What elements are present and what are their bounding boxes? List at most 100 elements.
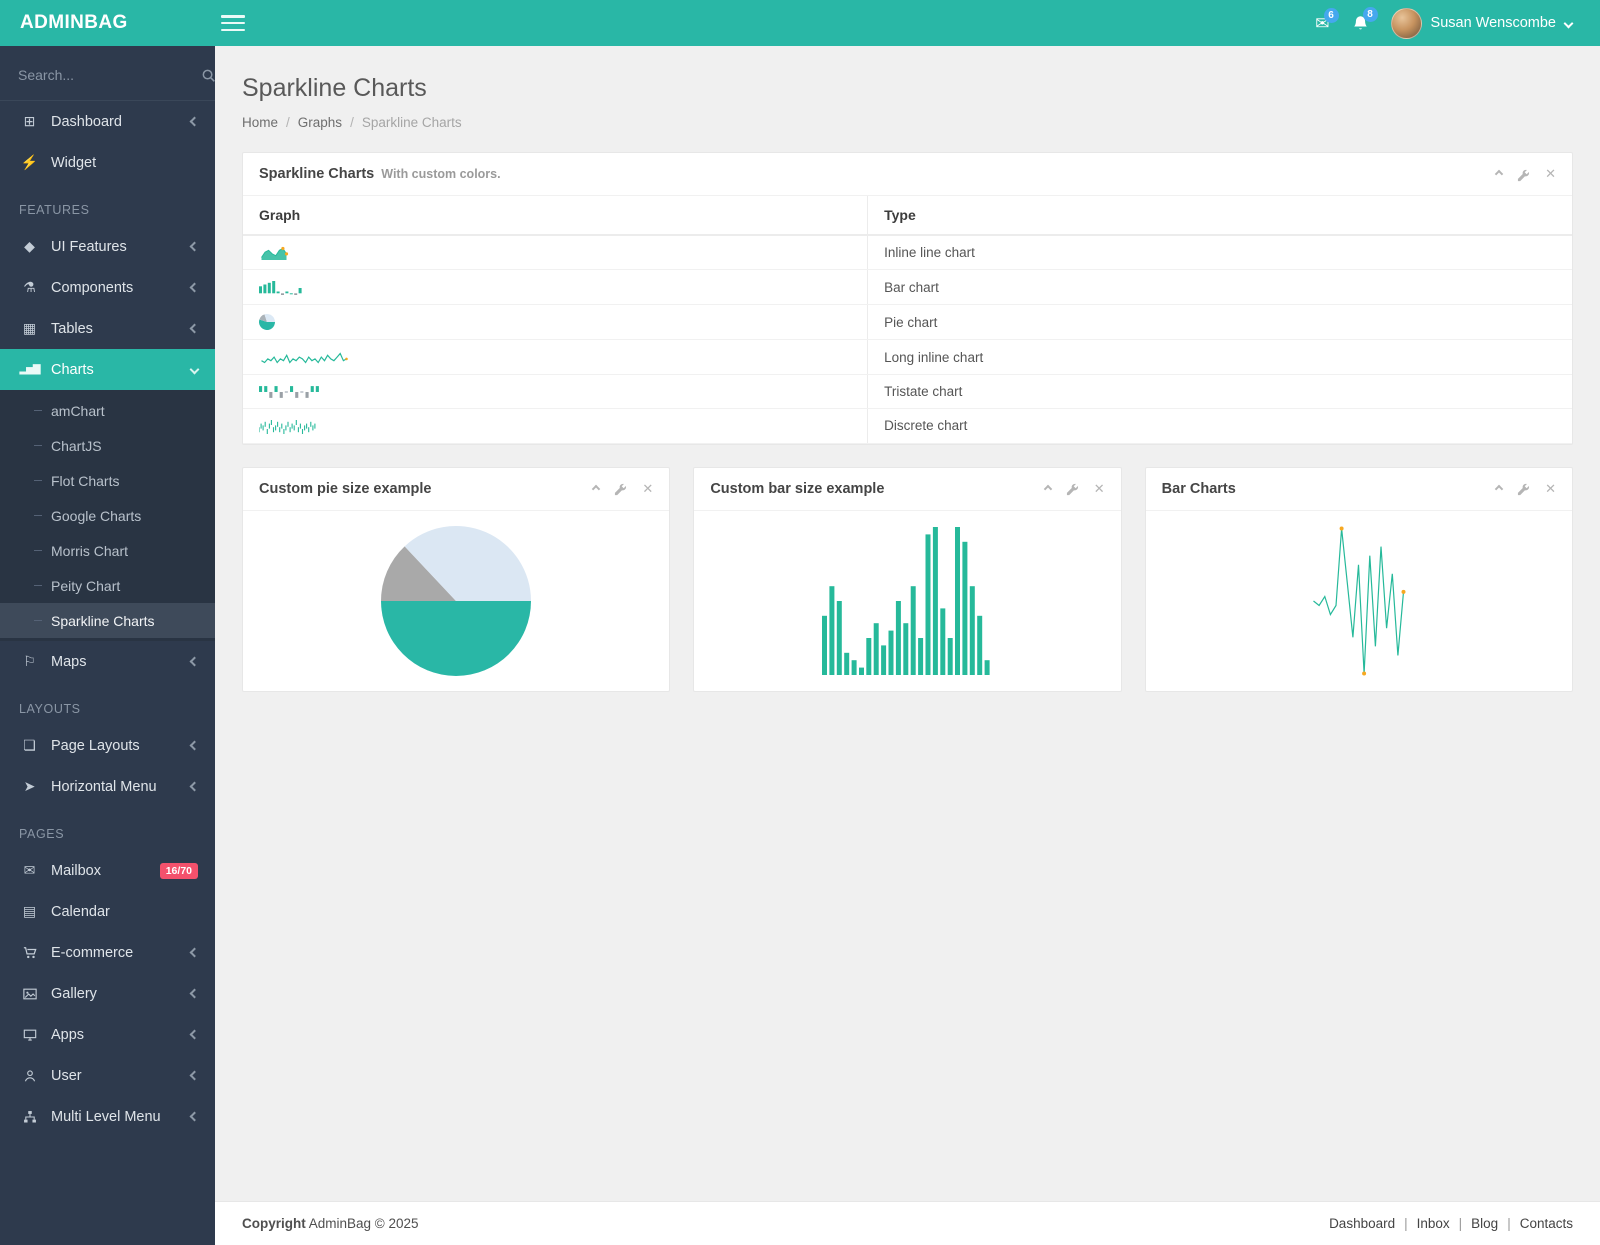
submenu-label: Peity Chart bbox=[51, 577, 121, 594]
sidebar-item-tables[interactable]: ▦ Tables bbox=[0, 308, 215, 349]
sidebar-item-label: Widget bbox=[51, 154, 97, 171]
custom-bar-card: Custom bar size example ✕ bbox=[693, 466, 1122, 692]
flask-icon: ⚗ bbox=[23, 279, 36, 295]
hamburger-menu-icon[interactable] bbox=[221, 15, 245, 31]
close-icon: ✕ bbox=[642, 480, 654, 496]
copyright-bold: Copyright bbox=[242, 1216, 306, 1231]
sidebar-item-label: Maps bbox=[51, 653, 87, 670]
chevron-down-icon bbox=[1563, 18, 1574, 28]
image-icon bbox=[19, 987, 40, 1001]
page-content: Sparkline Charts HomeGraphsSparkline Cha… bbox=[215, 46, 1600, 1201]
settings-button[interactable] bbox=[614, 481, 627, 496]
layers-icon: ❏ bbox=[23, 737, 36, 753]
sidebar-section-pages: PAGES bbox=[19, 827, 65, 841]
sidebar-subitem-peity-chart[interactable]: Peity Chart bbox=[0, 568, 215, 603]
settings-button[interactable] bbox=[1517, 481, 1530, 496]
collapse-button[interactable] bbox=[1494, 484, 1504, 493]
close-button[interactable]: ✕ bbox=[1545, 481, 1556, 497]
sparkline-charts-panel: Sparkline Charts With custom colors. ✕ G… bbox=[242, 152, 1573, 445]
sidebar-item-label: User bbox=[51, 1067, 82, 1084]
close-button[interactable]: ✕ bbox=[642, 481, 653, 497]
card-header: Custom bar size example ✕ bbox=[694, 468, 1121, 511]
breadcrumb-graphs[interactable]: Graphs bbox=[298, 115, 362, 130]
sidebar-item-multi-level-menu[interactable]: Multi Level Menu bbox=[0, 1096, 215, 1137]
sidebar-item-maps[interactable]: ⚐ Maps bbox=[0, 641, 215, 682]
page-title: Sparkline Charts bbox=[242, 74, 427, 102]
breadcrumb: HomeGraphsSparkline Charts bbox=[242, 115, 1573, 130]
sidebar-item-label: UI Features bbox=[51, 238, 127, 255]
sidebar-item-label: Gallery bbox=[51, 985, 97, 1002]
submenu-label: Morris Chart bbox=[51, 542, 129, 559]
sidebar-item-apps[interactable]: Apps bbox=[0, 1014, 215, 1055]
mail-button[interactable]: ✉ 6 bbox=[1315, 7, 1339, 32]
footer-link-inbox[interactable]: Inbox bbox=[1395, 1216, 1450, 1231]
pie-chart bbox=[381, 525, 532, 676]
sidebar-item-ui-features[interactable]: ◆ UI Features bbox=[0, 226, 215, 267]
chevron-up-icon bbox=[1494, 484, 1504, 493]
table-row: Discrete chart bbox=[243, 408, 1572, 444]
collapse-button[interactable] bbox=[592, 484, 601, 493]
sidebar-item-gallery[interactable]: Gallery bbox=[0, 973, 215, 1014]
sidebar-item-mailbox[interactable]: ✉ Mailbox 16/70 bbox=[0, 850, 215, 891]
collapse-button[interactable] bbox=[1494, 169, 1504, 179]
bar-sparkline bbox=[259, 280, 303, 295]
table-row: Tristate chart bbox=[243, 374, 1572, 410]
row-type-label: Long inline chart bbox=[867, 339, 1572, 375]
sidebar-item-widget[interactable]: ⚡ Widget bbox=[0, 142, 215, 183]
footer-link-contacts[interactable]: Contacts bbox=[1498, 1216, 1573, 1231]
card-tools: ✕ bbox=[1494, 481, 1556, 497]
card-title: Bar Charts bbox=[1161, 480, 1236, 497]
chevron-left-icon bbox=[189, 740, 200, 751]
gem-icon: ◆ bbox=[24, 238, 35, 254]
card-tools: ✕ bbox=[592, 481, 653, 497]
sidebar-subitem-amchart[interactable]: amChart bbox=[0, 393, 215, 428]
sidebar-subitem-sparkline-charts[interactable]: Sparkline Charts bbox=[0, 603, 215, 638]
chevron-left-icon bbox=[189, 282, 200, 293]
card-body bbox=[1146, 511, 1572, 691]
sidebar-item-ecommerce[interactable]: E-commerce bbox=[0, 932, 215, 973]
search-icon[interactable] bbox=[201, 68, 215, 83]
user-menu[interactable]: Susan Wenscombe bbox=[1390, 7, 1574, 39]
chevron-left-icon bbox=[189, 241, 200, 252]
footer-link-dashboard[interactable]: Dashboard bbox=[1329, 1216, 1395, 1231]
brand-logo[interactable]: ADMINBAG bbox=[0, 12, 215, 34]
table-row: Inline line chart bbox=[243, 235, 1572, 271]
sidebar-item-page-layouts[interactable]: ❏ Page Layouts bbox=[0, 725, 215, 766]
sidebar-item-calendar[interactable]: ▤ Calendar bbox=[0, 891, 215, 932]
sidebar-item-charts[interactable]: ▂▅▇ Charts bbox=[0, 349, 215, 390]
sidebar-subitem-flot-charts[interactable]: Flot Charts bbox=[0, 463, 215, 498]
breadcrumb-home[interactable]: Home bbox=[242, 115, 298, 130]
sidebar-item-components[interactable]: ⚗ Components bbox=[0, 267, 215, 308]
settings-button[interactable] bbox=[1066, 481, 1079, 496]
chevron-left-icon bbox=[189, 116, 200, 127]
sidebar-item-dashboard[interactable]: ⊞ Dashboard bbox=[0, 101, 215, 142]
avatar[interactable] bbox=[1390, 7, 1422, 39]
notifications-button[interactable]: 8 bbox=[1352, 6, 1378, 32]
sidebar-subitem-google-charts[interactable]: Google Charts bbox=[0, 498, 215, 533]
card-body bbox=[243, 511, 669, 691]
sidebar-item-user[interactable]: User bbox=[0, 1055, 215, 1096]
wrench-icon bbox=[1517, 166, 1530, 181]
line-chart bbox=[1311, 526, 1406, 676]
panel-title: Sparkline Charts bbox=[259, 166, 375, 182]
sidebar-item-label: Components bbox=[51, 279, 134, 296]
chevron-left-icon bbox=[189, 656, 200, 667]
row-type-label: Discrete chart bbox=[867, 408, 1572, 444]
footer-link-blog[interactable]: Blog bbox=[1450, 1216, 1499, 1231]
submenu-label: Google Charts bbox=[51, 507, 142, 524]
bolt-icon: ⚡ bbox=[20, 154, 39, 170]
close-icon: ✕ bbox=[1093, 480, 1105, 496]
sidebar-section-features: FEATURES bbox=[19, 203, 90, 217]
close-button[interactable]: ✕ bbox=[1545, 166, 1556, 182]
page-footer: Copyright AdminBag © 2025 DashboardInbox… bbox=[215, 1201, 1600, 1245]
person-icon bbox=[19, 1069, 40, 1083]
settings-button[interactable] bbox=[1517, 166, 1530, 181]
sidebar-subitem-chartjs[interactable]: ChartJS bbox=[0, 428, 215, 463]
row-type-label: Tristate chart bbox=[867, 374, 1572, 410]
sidebar-item-horizontal-menu[interactable]: ➤ Horizontal Menu bbox=[0, 766, 215, 807]
sparkline-table: Graph Type Inline line chart Bar chart P… bbox=[243, 196, 1572, 444]
collapse-button[interactable] bbox=[1043, 484, 1052, 493]
search-input[interactable] bbox=[16, 66, 201, 84]
sidebar-subitem-morris-chart[interactable]: Morris Chart bbox=[0, 533, 215, 568]
close-button[interactable]: ✕ bbox=[1094, 481, 1105, 497]
